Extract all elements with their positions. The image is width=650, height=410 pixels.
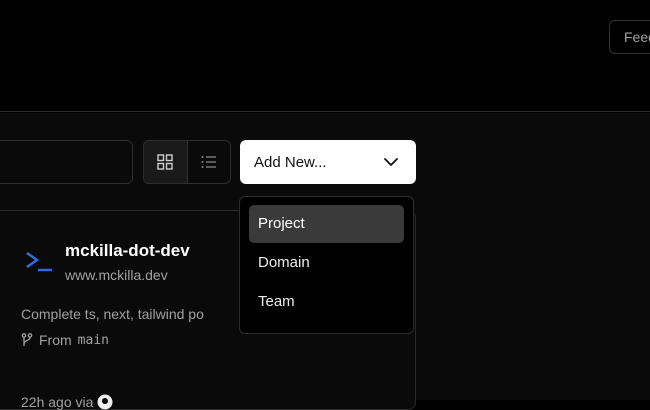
- updated-text: 22h ago via: [21, 394, 94, 410]
- project-description: Complete ts, next, tailwind po: [21, 306, 204, 322]
- top-bar: Feedback: [0, 0, 650, 112]
- chevron-down-icon: [384, 157, 398, 166]
- grid-icon: [157, 154, 173, 170]
- view-toggle: [143, 140, 231, 184]
- project-url[interactable]: www.mckilla.dev: [65, 267, 168, 283]
- menu-item-domain[interactable]: Domain: [249, 244, 404, 282]
- github-icon: [97, 394, 113, 410]
- add-new-label: Add New...: [254, 153, 327, 171]
- list-view-button[interactable]: [188, 141, 231, 183]
- project-updated: 22h ago via: [21, 394, 113, 410]
- list-icon: [201, 156, 216, 168]
- menu-item-project[interactable]: Project: [249, 205, 404, 243]
- git-branch-icon: [21, 333, 33, 346]
- branch-name: main: [77, 332, 109, 348]
- terminal-icon: [26, 252, 52, 272]
- add-new-dropdown-menu: Project Domain Team: [239, 196, 414, 334]
- project-branch: From main: [21, 332, 109, 348]
- menu-item-team[interactable]: Team: [249, 283, 404, 321]
- add-new-button[interactable]: Add New...: [240, 140, 416, 184]
- branch-prefix: From: [39, 332, 72, 348]
- project-name[interactable]: mckilla-dot-dev: [65, 241, 190, 261]
- grid-view-button[interactable]: [144, 141, 188, 183]
- search-input[interactable]: [0, 140, 133, 184]
- feedback-button[interactable]: Feedback: [609, 20, 650, 54]
